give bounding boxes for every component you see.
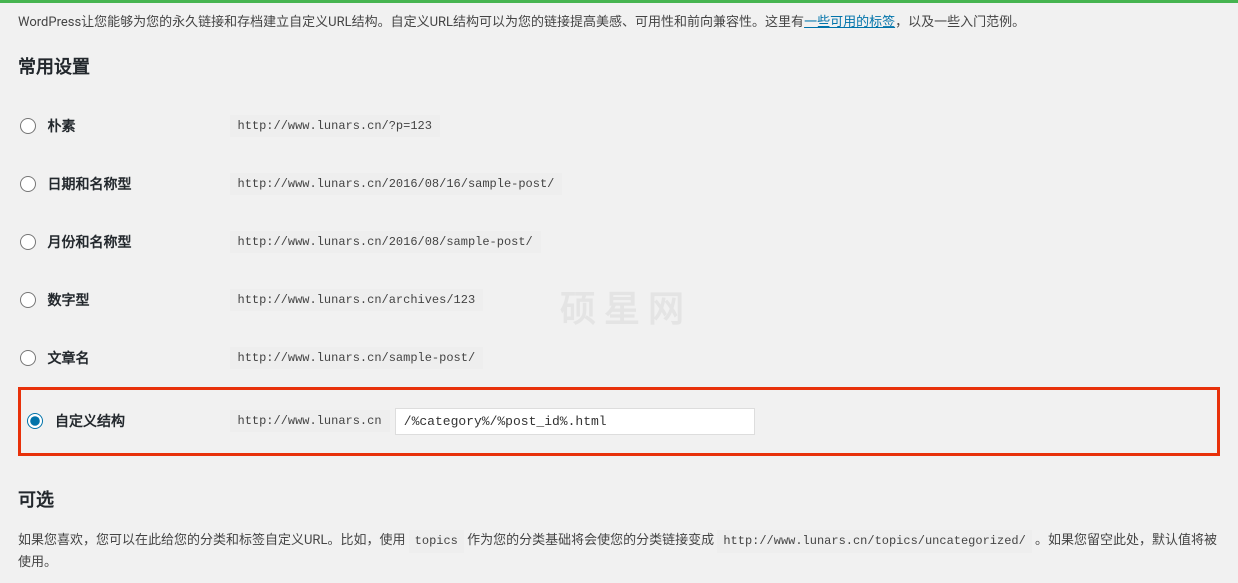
custom-label: 自定义结构 <box>55 411 125 431</box>
month-name-radio[interactable] <box>20 234 36 250</box>
custom-structure-input[interactable] <box>395 408 755 435</box>
common-settings-title: 常用设置 <box>18 53 1220 79</box>
optional-description: 如果您喜欢，您可以在此给您的分类和标签自定义URL。比如，使用 topics 作… <box>18 530 1220 574</box>
post-name-radio[interactable] <box>20 350 36 366</box>
date-name-radio[interactable] <box>20 176 36 192</box>
plain-label: 朴素 <box>48 116 76 136</box>
optional-desc-before: 如果您喜欢，您可以在此给您的分类和标签自定义URL。比如，使用 <box>18 533 409 548</box>
optional-code-topics: topics <box>409 530 464 553</box>
intro-after: ，以及一些入门范例。 <box>895 15 1025 30</box>
post-name-label: 文章名 <box>48 348 90 368</box>
plain-radio[interactable] <box>20 118 36 134</box>
month-name-example: http://www.lunars.cn/2016/08/sample-post… <box>230 231 541 253</box>
numeric-radio[interactable] <box>20 292 36 308</box>
intro-text: WordPress让您能够为您的永久链接和存档建立自定义URL结构。自定义URL… <box>18 13 1220 33</box>
numeric-example: http://www.lunars.cn/archives/123 <box>230 289 484 311</box>
optional-code-url: http://www.lunars.cn/topics/uncategorize… <box>717 530 1031 553</box>
plain-example: http://www.lunars.cn/?p=123 <box>230 115 440 137</box>
post-name-example: http://www.lunars.cn/sample-post/ <box>230 347 484 369</box>
optional-title: 可选 <box>18 486 1220 512</box>
custom-radio[interactable] <box>27 413 43 429</box>
optional-desc-mid: 作为您的分类基础将会使您的分类链接变成 <box>464 533 717 548</box>
numeric-label: 数字型 <box>48 290 90 310</box>
month-name-label: 月份和名称型 <box>48 232 132 252</box>
available-tags-link[interactable]: 一些可用的标签 <box>804 15 895 30</box>
date-name-example: http://www.lunars.cn/2016/08/16/sample-p… <box>230 173 563 195</box>
custom-prefix: http://www.lunars.cn <box>230 410 390 432</box>
date-name-label: 日期和名称型 <box>48 174 132 194</box>
intro-before: WordPress让您能够为您的永久链接和存档建立自定义URL结构。自定义URL… <box>18 15 804 30</box>
